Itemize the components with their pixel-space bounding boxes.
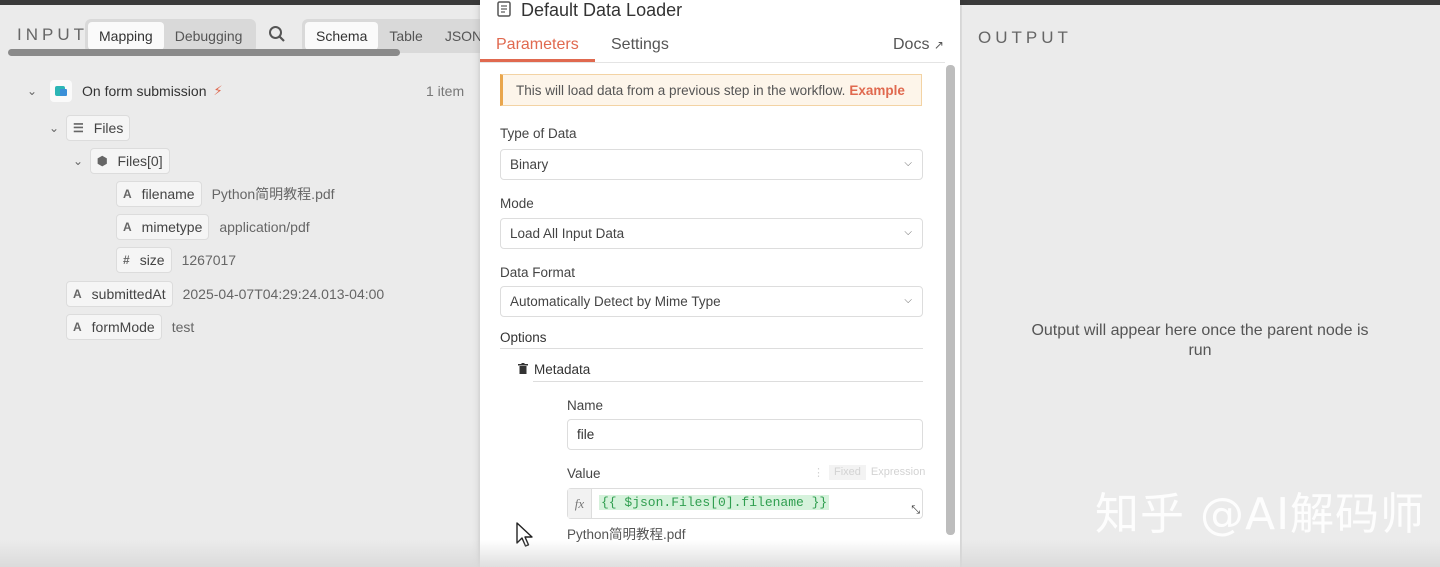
mode-toggle: Mapping Debugging (85, 19, 257, 53)
files-key[interactable]: ☰ Files (66, 115, 131, 141)
filename-value: Python简明教程.pdf (211, 186, 335, 202)
value-expression-field[interactable]: fx {{ $json.Files[0].filename }} ⤡ (567, 488, 923, 519)
input-title: INPUT (17, 25, 88, 44)
external-link-icon: ↗ (933, 38, 944, 52)
list-icon: ☰ (73, 121, 84, 135)
horizontal-scrollbar[interactable] (8, 49, 400, 56)
fixed-option[interactable]: Fixed (829, 465, 866, 480)
options-label: Options (500, 330, 547, 345)
fx-icon: fx (568, 489, 592, 518)
source-node-row[interactable]: ⌄ On form submission ⚡︎ (24, 80, 223, 102)
tree-row-submittedAt[interactable]: A submittedAt 2025-04-07T04:29:24.013-04… (66, 281, 384, 307)
drag-handle-icon: ⋮ (813, 467, 824, 479)
vertical-scrollbar[interactable] (946, 65, 955, 535)
source-node-name: On form submission (82, 83, 207, 99)
size-key[interactable]: # size (116, 247, 172, 273)
docs-link[interactable]: Docs ↗ (893, 36, 944, 54)
debugging-tab[interactable]: Debugging (164, 22, 254, 50)
expression-option[interactable]: Expression (866, 465, 930, 480)
mode-select[interactable]: Load All Input Data ⌵ (500, 218, 923, 249)
options-divider (500, 348, 923, 349)
trash-icon[interactable] (518, 362, 528, 377)
info-notice: This will load data from a previous step… (500, 74, 922, 106)
fixed-expression-toggle[interactable]: ⋮ Fixed Expression (808, 465, 930, 480)
string-type-icon: A (123, 187, 132, 201)
mapping-tab[interactable]: Mapping (88, 22, 164, 50)
tab-settings[interactable]: Settings (611, 36, 669, 54)
data-format-select[interactable]: Automatically Detect by Mime Type ⌵ (500, 286, 923, 317)
tree-row-filename[interactable]: A filename Python简明教程.pdf (116, 181, 335, 207)
chevron-down-icon: ⌵ (904, 227, 912, 238)
schema-tab[interactable]: Schema (305, 22, 379, 50)
mouse-cursor-icon (516, 522, 534, 553)
value-label: Value (567, 466, 601, 481)
files0-key[interactable]: ⬢ Files[0] (90, 148, 170, 174)
item-count: 1 item (426, 83, 465, 99)
node-title[interactable]: Default Data Loader (521, 0, 682, 21)
output-empty-message: Output will appear here once the parent … (1031, 322, 1369, 359)
mimetype-value: application/pdf (219, 219, 310, 235)
tree-row-size[interactable]: # size 1267017 (116, 247, 236, 273)
node-title-bar: Default Data Loader (497, 0, 682, 21)
node-settings-panel: Default Data Loader Parameters Settings … (480, 0, 960, 567)
name-label: Name (567, 398, 604, 413)
chevron-down-icon: ⌵ (904, 158, 912, 169)
type-of-data-label: Type of Data (500, 126, 577, 141)
formMode-value: test (171, 319, 195, 335)
metadata-header: Metadata (518, 362, 590, 377)
number-type-icon: # (123, 253, 130, 267)
example-link[interactable]: Example (849, 83, 905, 98)
filename-key[interactable]: A filename (116, 181, 202, 207)
watermark: 知乎 @AI解码师 (1095, 489, 1426, 540)
chevron-down-icon: ⌵ (904, 295, 912, 306)
metadata-divider (533, 381, 923, 382)
node-tabs: Parameters Settings Docs ↗ (480, 30, 945, 63)
size-value: 1267017 (181, 252, 237, 268)
formMode-key[interactable]: A formMode (66, 314, 162, 340)
submittedAt-key[interactable]: A submittedAt (66, 281, 173, 307)
string-type-icon: A (73, 287, 82, 301)
active-tab-indicator (480, 59, 595, 62)
view-toggle: Schema Table JSON (302, 19, 497, 53)
expand-editor-icon[interactable]: ⤡ (911, 504, 920, 517)
name-field[interactable]: file (567, 419, 923, 450)
mimetype-key[interactable]: A mimetype (116, 214, 210, 240)
expression-code: {{ $json.Files[0].filename }} (599, 495, 830, 510)
table-tab[interactable]: Table (378, 22, 433, 50)
string-type-icon: A (123, 220, 132, 234)
tree-row-mimetype[interactable]: A mimetype application/pdf (116, 214, 310, 240)
object-cube-icon: ⬢ (97, 154, 108, 168)
tab-parameters[interactable]: Parameters (496, 36, 579, 54)
submittedAt-value: 2025-04-07T04:29:24.013-04:00 (182, 286, 385, 302)
trigger-bolt-icon: ⚡︎ (213, 83, 223, 98)
string-type-icon: A (73, 320, 82, 334)
tree-row-files0[interactable]: ⌄ ⬢ Files[0] (70, 148, 170, 174)
tree-row-files[interactable]: ⌄ ☰ Files (46, 115, 131, 141)
tree-row-formMode[interactable]: A formMode test (66, 314, 194, 340)
chevron-down-icon[interactable]: ⌄ (24, 84, 40, 98)
output-title: OUTPUT (978, 28, 1072, 47)
chevron-down-icon[interactable]: ⌄ (46, 121, 62, 135)
document-icon (497, 1, 511, 20)
form-node-icon (50, 80, 72, 102)
type-of-data-select[interactable]: Binary ⌵ (500, 149, 923, 180)
data-format-label: Data Format (500, 265, 576, 280)
search-icon[interactable] (268, 25, 286, 48)
mode-label: Mode (500, 196, 534, 211)
chevron-down-icon[interactable]: ⌄ (70, 154, 86, 168)
expression-result: Python简明教程.pdf (567, 527, 686, 542)
